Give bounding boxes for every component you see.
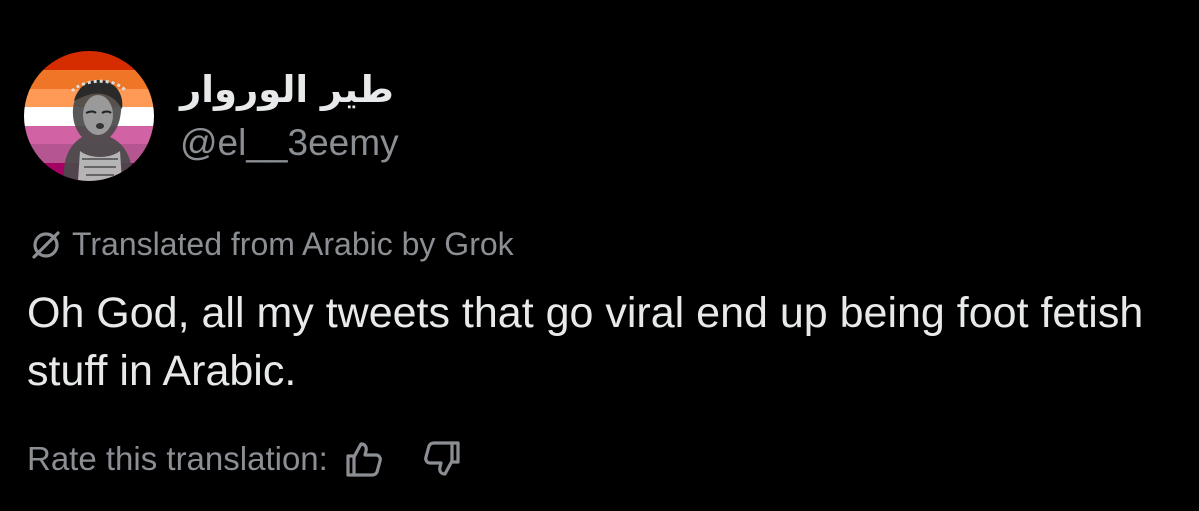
thumbs-down-icon bbox=[423, 441, 460, 476]
tweet-text: Oh God, all my tweets that go viral end … bbox=[27, 289, 1144, 395]
tweet-header: طير الوروار @el__3eemy bbox=[24, 48, 399, 184]
thumbs-up-icon bbox=[346, 442, 382, 477]
avatar-image bbox=[24, 51, 154, 181]
rate-translation-row: Rate this translation: bbox=[27, 433, 468, 485]
rate-up-button[interactable] bbox=[338, 433, 390, 485]
translation-notice-text: Translated from Arabic by Grok bbox=[72, 225, 514, 262]
user-identity: طير الوروار @el__3eemy bbox=[180, 66, 399, 166]
rate-down-button[interactable] bbox=[416, 433, 468, 485]
user-handle[interactable]: @el__3eemy bbox=[180, 120, 399, 166]
null-circle-slash-icon bbox=[28, 226, 64, 262]
rate-translation-label: Rate this translation: bbox=[27, 440, 328, 477]
display-name[interactable]: طير الوروار bbox=[180, 66, 399, 118]
tweet-card: طير الوروار @el__3eemy Translated from A… bbox=[0, 0, 1199, 511]
avatar[interactable] bbox=[24, 51, 154, 181]
translation-notice: Translated from Arabic by Grok bbox=[28, 222, 514, 266]
